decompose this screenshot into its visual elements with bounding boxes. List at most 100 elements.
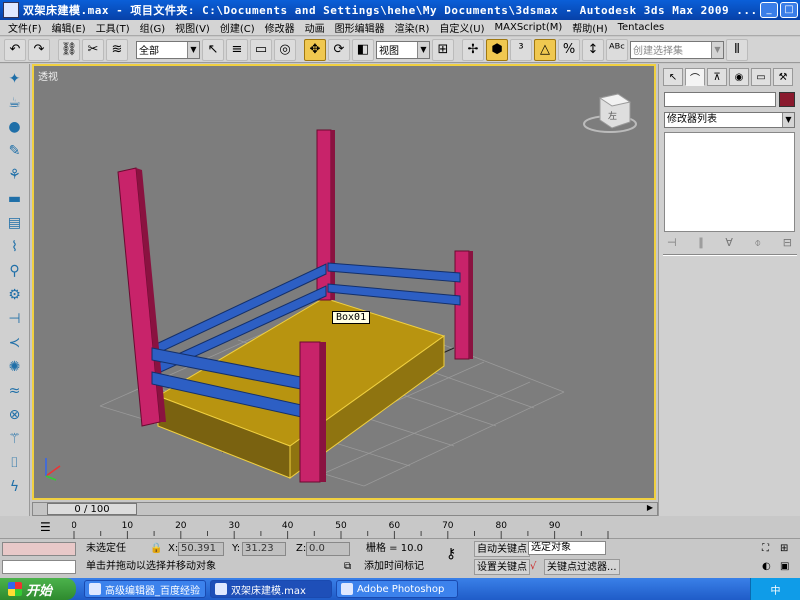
teapot-icon[interactable]: ☕ [3,92,27,114]
snaps-toggle-icon[interactable]: ³ [510,38,532,61]
orbit-icon[interactable]: ◐ [762,560,771,574]
input-method-indicator[interactable]: 中 [771,582,781,597]
create-geometry-icon[interactable]: ✦ [3,68,27,90]
unlink-icon[interactable]: ✂ [82,38,104,61]
tab-modify[interactable]: ⌒ [685,68,705,86]
object-name-field[interactable] [664,92,776,107]
remove-modifier-icon[interactable]: ⌽ [755,236,762,250]
menu-tentacles[interactable]: Tentacles [613,22,670,33]
maxscript-input[interactable] [2,560,76,574]
sphere-icon[interactable]: ● [3,116,27,138]
key-filter-icon[interactable]: √ [530,560,536,574]
percent-snap-icon[interactable]: % [558,38,580,61]
named-selection-dropdown[interactable]: 创建选择集 ▼ [630,40,724,59]
menu-create[interactable]: 创建(C) [215,20,260,35]
start-button[interactable]: 开始 [0,578,76,600]
key-icon[interactable]: ⚲ [3,260,27,282]
menu-modifiers[interactable]: 修改器 [260,20,300,35]
keyboard-shortcut-override-icon[interactable]: ⬢ [486,38,508,61]
figure-icon[interactable]: ⚚ [3,428,27,450]
menu-tools[interactable]: 工具(T) [91,20,135,35]
show-end-result-icon[interactable]: ∥ [698,236,704,250]
bed-rails-back[interactable] [327,262,461,306]
add-time-tag[interactable]: 添加时间标记 [364,560,424,574]
tab-motion[interactable]: ◉ [729,68,749,86]
system-tray[interactable]: 中 [750,578,800,600]
taskbar-item-photoshop[interactable]: Adobe Photoshop [336,580,458,598]
pencil-icon[interactable]: ✎ [3,140,27,162]
taskbar-item-3dsmax[interactable]: 双架床建模.max [210,580,332,598]
bed-post-front[interactable] [299,341,326,483]
pin-stack-icon[interactable]: ⊣ [667,236,677,250]
select-and-rotate-icon[interactable]: ⟳ [328,38,350,61]
menu-help[interactable]: 帮助(H) [567,20,612,35]
menu-file[interactable]: 文件(F) [3,20,47,35]
brush-icon[interactable]: ⌇ [3,236,27,258]
select-by-name-icon[interactable]: ≡ [226,38,248,61]
menu-rendering[interactable]: 渲染(R) [390,20,435,35]
tab-utilities[interactable]: ⚒ [773,68,793,86]
x-coordinate-field[interactable]: 50.391 [178,542,224,556]
key-mode-selection[interactable]: 选定对象 [528,541,606,555]
z-coordinate-field[interactable]: 0.0 [306,542,350,556]
modifier-list-dropdown[interactable]: 修改器列表 ▼ [664,112,795,128]
tab-create[interactable]: ↖ [663,68,683,86]
make-unique-icon[interactable]: ∀ [725,236,733,250]
taskbar-item-browser[interactable]: 高级编辑器_百度经验 [84,580,206,598]
select-manipulate-icon[interactable]: ✢ [462,38,484,61]
lock-selection-icon[interactable]: 🔒 [150,542,162,556]
reference-coordinate-dropdown[interactable]: 视图 ▼ [376,40,430,59]
bolt-icon[interactable]: ϟ [3,476,27,498]
gear-icon[interactable]: ⚙ [3,284,27,306]
key-icon[interactable]: ⚷ [446,547,456,562]
tab-hierarchy[interactable]: ⊼ [707,68,727,86]
minimize-button[interactable]: _ [760,2,778,18]
menu-group[interactable]: 组(G) [135,20,171,35]
mirror-icon[interactable]: ⫴ [726,38,748,61]
redo-icon[interactable]: ↷ [28,38,50,61]
menu-views[interactable]: 视图(V) [170,20,215,35]
bone-icon[interactable]: ⊣ [3,308,27,330]
wave-icon[interactable]: ≈ [3,380,27,402]
auto-key-button[interactable]: 自动关键点 [474,541,530,557]
link-icon[interactable]: ⛓ [58,38,80,61]
time-slider[interactable]: 0 / 100 ▶ [32,502,658,516]
menu-maxscript[interactable]: MAXScript(M) [490,22,568,33]
view-cube[interactable]: 左 [583,93,637,133]
undo-icon[interactable]: ↶ [4,38,26,61]
modifier-stack[interactable] [664,132,795,232]
object-color-swatch[interactable] [779,92,795,107]
edit-named-selection-icon[interactable]: ᴬᴮᶜ [606,38,628,61]
pivot-center-icon[interactable]: ⊞ [432,38,454,61]
box-icon[interactable]: ▬ [3,188,27,210]
spinner-snap-icon[interactable]: ↕ [582,38,604,61]
bed-post-left[interactable] [117,167,166,427]
select-object-icon[interactable]: ↖ [202,38,224,61]
track-bar[interactable]: ☰ 0 10 20 30 40 50 60 70 80 90 [0,517,800,539]
cylinder-icon[interactable]: ▤ [3,212,27,234]
fire-icon[interactable]: ✺ [3,356,27,378]
bind-space-warp-icon[interactable]: ≋ [106,38,128,61]
window-crossing-icon[interactable]: ◎ [274,38,296,61]
menu-customize[interactable]: 自定义(U) [434,20,489,35]
viewport-label[interactable]: 透视 [38,68,58,83]
angle-snap-icon[interactable]: △ [534,38,556,61]
menu-graph-editors[interactable]: 图形编辑器 [330,20,390,35]
next-frame-icon[interactable]: ▶ [643,503,657,515]
selection-filter-dropdown[interactable]: 全部 ▼ [136,40,200,59]
tab-display[interactable]: ▭ [751,68,771,86]
configure-sets-icon[interactable]: ⊟ [783,236,792,250]
bucket-icon[interactable]: ⌷ [3,452,27,474]
time-slider-thumb[interactable]: 0 / 100 [47,503,137,515]
rectangular-selection-icon[interactable]: ▭ [250,38,272,61]
key-filters-button[interactable]: 关键点过滤器... [544,559,620,575]
zoom-extents-icon[interactable]: ⛶ [762,542,769,556]
timeline-ruler[interactable]: 0 10 20 30 40 50 60 70 80 90 [72,517,610,539]
set-key-button[interactable]: 设置关键点 [474,559,530,575]
perspective-viewport[interactable]: 左 透视 Box01 [32,64,656,500]
y-coordinate-field[interactable]: 31.23 [242,542,286,556]
gift-icon[interactable]: ⊗ [3,404,27,426]
zoom-all-icon[interactable]: ⊞ [780,542,788,556]
maxscript-listener-mini[interactable] [2,542,76,556]
character-icon[interactable]: ⚘ [3,164,27,186]
